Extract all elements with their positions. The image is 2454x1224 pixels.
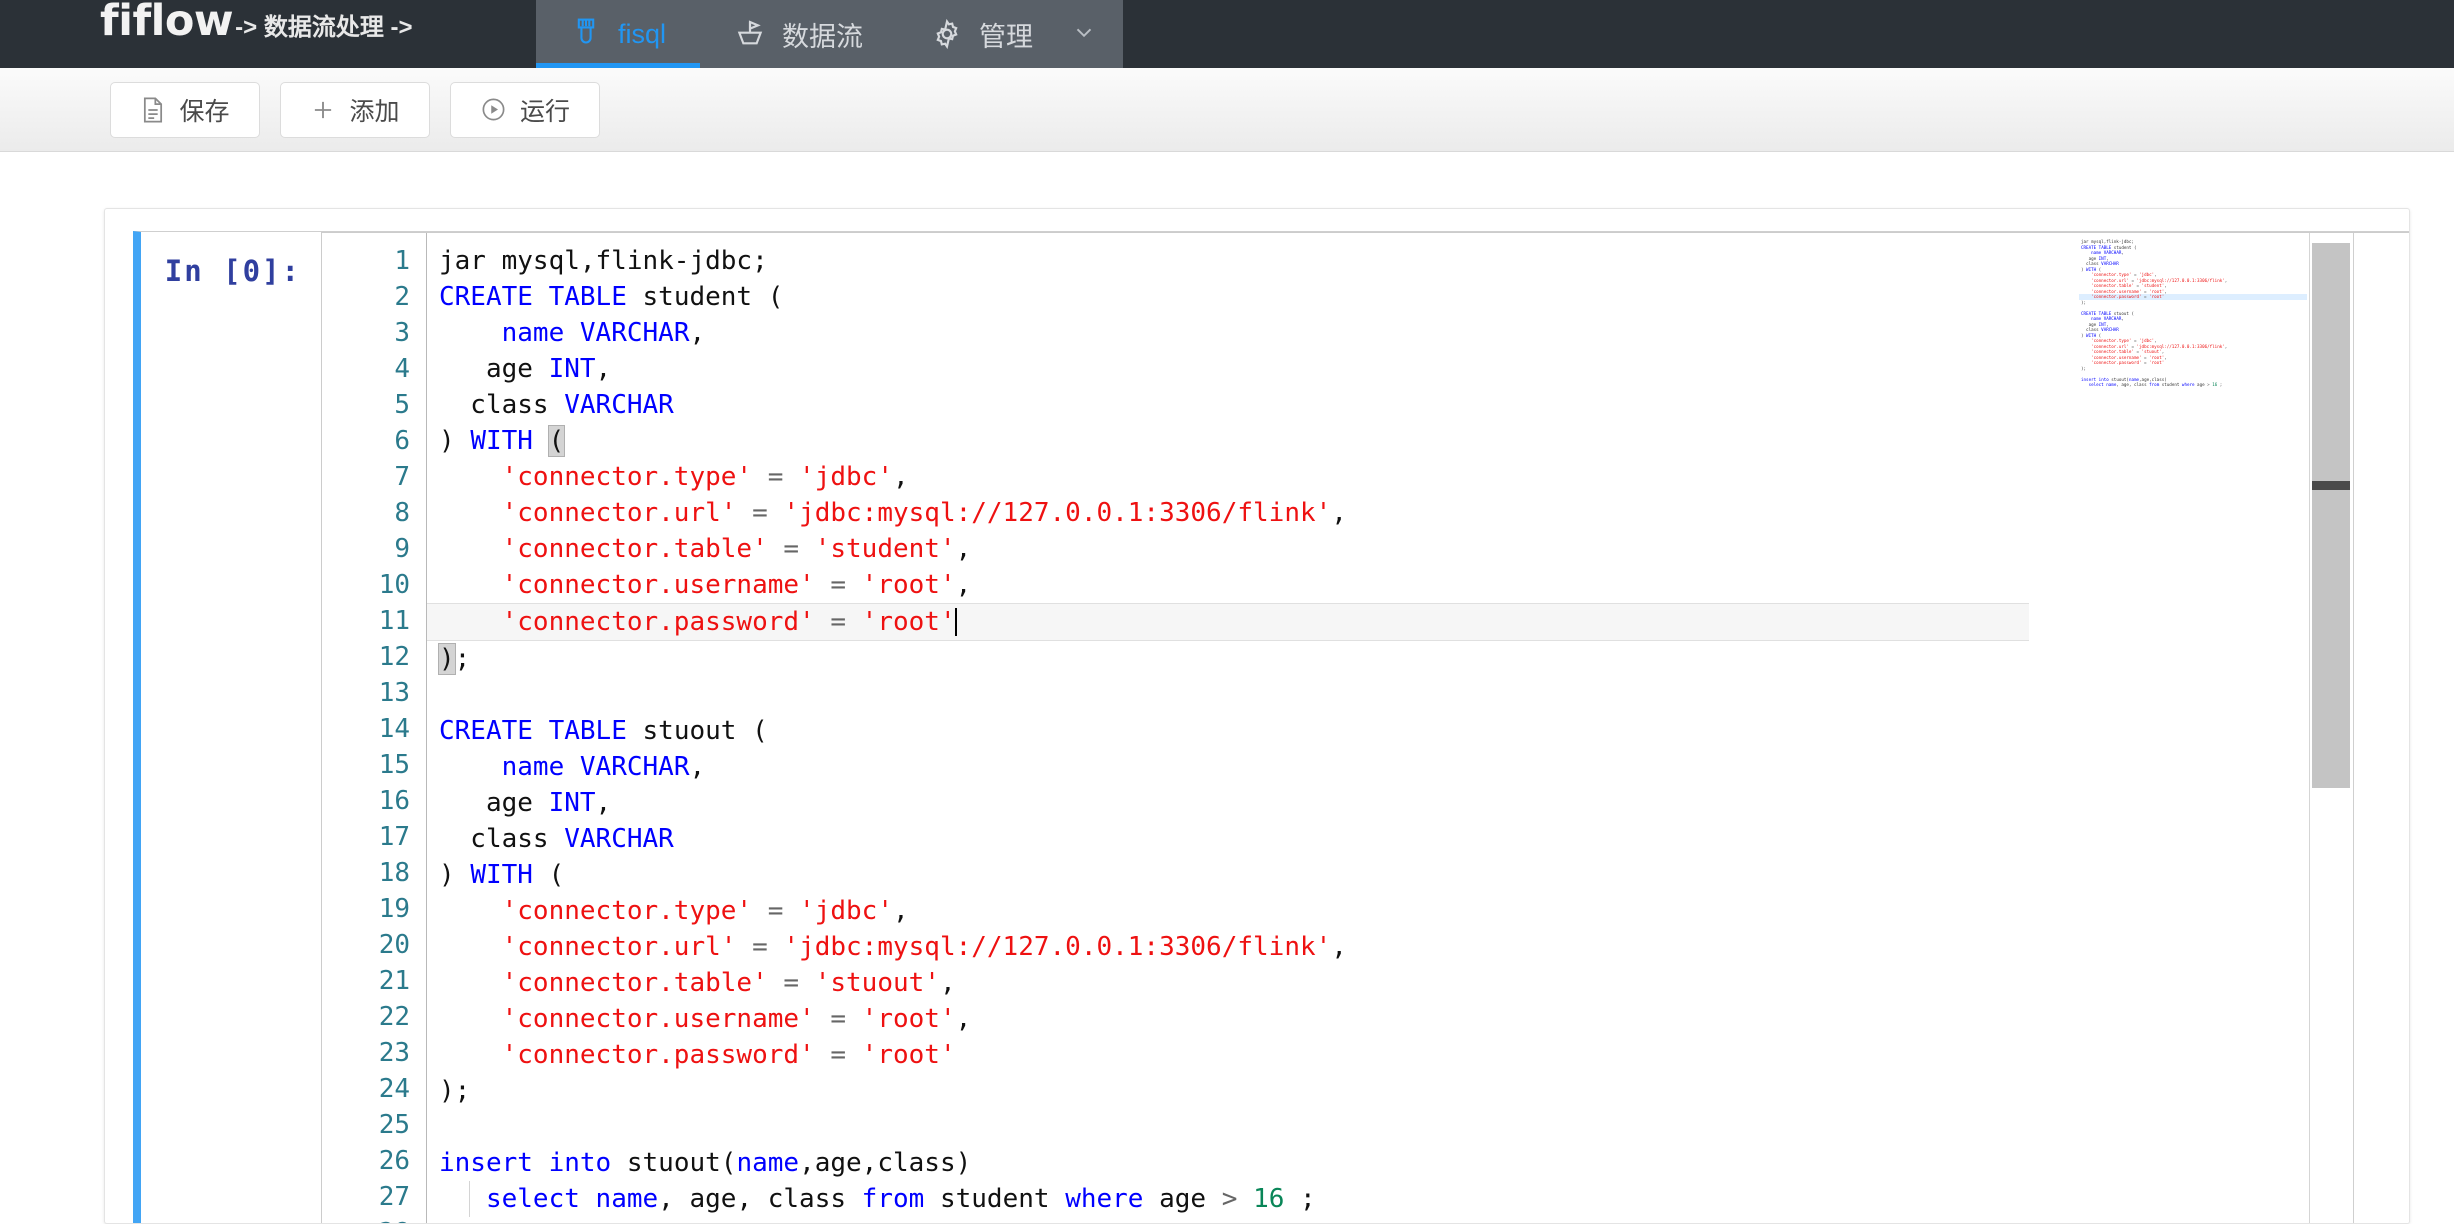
code-line[interactable]: CREATE TABLE stuout (: [427, 713, 2409, 749]
code-line[interactable]: [427, 1109, 2409, 1145]
line-number: 28: [322, 1215, 410, 1224]
code-line[interactable]: insert into stuout(name,age,class): [427, 1145, 2409, 1181]
code-line[interactable]: 'connector.password' = 'root': [427, 1037, 2409, 1073]
line-number: 24: [322, 1071, 410, 1107]
flask-icon: [570, 17, 602, 51]
line-number: 6: [322, 423, 410, 459]
line-number: 9: [322, 531, 410, 567]
line-number: 21: [322, 963, 410, 999]
editor-toolbar: 保存 添加 运行: [0, 68, 2454, 152]
code-line[interactable]: 'connector.type' = 'jdbc',: [427, 893, 2409, 929]
page-scrollbar[interactable]: [2353, 233, 2409, 1224]
line-number: 27: [322, 1179, 410, 1215]
line-number: 26: [322, 1143, 410, 1179]
tab-dataflow[interactable]: 数据流: [700, 0, 897, 68]
cell-prompt: In [0]:: [141, 232, 321, 1224]
line-number: 13: [322, 675, 410, 711]
line-number: 11: [322, 603, 410, 639]
line-number: 8: [322, 495, 410, 531]
code-line[interactable]: name VARCHAR,: [427, 749, 2409, 785]
document-icon: [140, 96, 166, 124]
nav-dropdown-toggle[interactable]: [1067, 0, 1123, 68]
top-navbar: fiflow -> 数据流处理 -> fisql 数据流: [0, 0, 2454, 68]
line-number-gutter: 1234567891011121314151617181920212223242…: [322, 233, 427, 1224]
gear-icon: [931, 18, 963, 50]
editor-scrollbar-marker: [2312, 481, 2350, 490]
code-line[interactable]: 'connector.url' = 'jdbc:mysql://127.0.0.…: [427, 495, 2409, 531]
line-number: 17: [322, 819, 410, 855]
line-number: 4: [322, 351, 410, 387]
tab-manage-label: 管理: [979, 15, 1033, 54]
funnel-icon: [734, 18, 766, 50]
code-line[interactable]: 'connector.table' = 'stuout',: [427, 965, 2409, 1001]
save-button-label: 保存: [179, 92, 229, 128]
workspace: In [0]: 12345678910111213141516171819202…: [0, 152, 2454, 1224]
line-number: 5: [322, 387, 410, 423]
brand-logo[interactable]: fiflow -> 数据流处理 ->: [0, 0, 536, 68]
code-line[interactable]: 'connector.url' = 'jdbc:mysql://127.0.0.…: [427, 929, 2409, 965]
code-line[interactable]: jar mysql,flink-jdbc;: [427, 243, 2409, 279]
add-button-label: 添加: [349, 92, 399, 128]
code-line[interactable]: [427, 677, 2409, 713]
line-number: 25: [322, 1107, 410, 1143]
play-circle-icon: [480, 96, 507, 123]
brand-name: fiflow: [100, 0, 233, 43]
run-button-label: 运行: [520, 92, 570, 128]
tab-manage[interactable]: 管理: [897, 0, 1067, 68]
chevron-down-icon: [1071, 19, 1097, 50]
line-number: 1: [322, 243, 410, 279]
tab-dataflow-label: 数据流: [782, 15, 863, 54]
editor-scrollbar-thumb[interactable]: [2312, 243, 2350, 788]
line-number: 16: [322, 783, 410, 819]
line-number: 23: [322, 1035, 410, 1071]
tab-fisql[interactable]: fisql: [536, 0, 700, 68]
line-number: 22: [322, 999, 410, 1035]
editor-scrollbar[interactable]: [2309, 233, 2351, 1224]
line-number: 10: [322, 567, 410, 603]
code-line[interactable]: CREATE TABLE student (: [427, 279, 2409, 315]
line-number: 3: [322, 315, 410, 351]
code-area[interactable]: jar mysql,flink-jdbc;CREATE TABLE studen…: [427, 233, 2409, 1224]
code-line[interactable]: 'connector.username' = 'root',: [427, 1001, 2409, 1037]
code-line[interactable]: ) WITH (: [427, 423, 2409, 459]
notebook-panel: In [0]: 12345678910111213141516171819202…: [104, 208, 2410, 1224]
line-number: 20: [322, 927, 410, 963]
line-number: 18: [322, 855, 410, 891]
code-line[interactable]: age INT,: [427, 351, 2409, 387]
code-line[interactable]: ) WITH (: [427, 857, 2409, 893]
code-line[interactable]: [427, 1217, 2409, 1224]
code-editor[interactable]: 1234567891011121314151617181920212223242…: [321, 232, 2409, 1224]
code-line[interactable]: class VARCHAR: [427, 821, 2409, 857]
code-line[interactable]: );: [427, 1073, 2409, 1109]
code-line[interactable]: 'connector.username' = 'root',: [427, 567, 2409, 603]
code-line[interactable]: select name, age, class from student whe…: [427, 1181, 2409, 1217]
tab-fisql-label: fisql: [618, 19, 666, 50]
line-number: 19: [322, 891, 410, 927]
code-line[interactable]: 'connector.type' = 'jdbc',: [427, 459, 2409, 495]
nav-tabs: fisql 数据流 管理: [536, 0, 1123, 68]
code-line[interactable]: age INT,: [427, 785, 2409, 821]
add-button[interactable]: 添加: [280, 82, 430, 138]
code-line[interactable]: name VARCHAR,: [427, 315, 2409, 351]
code-line[interactable]: );: [427, 641, 2409, 677]
code-line[interactable]: 'connector.table' = 'student',: [427, 531, 2409, 567]
line-number: 15: [322, 747, 410, 783]
line-number: 2: [322, 279, 410, 315]
save-button[interactable]: 保存: [110, 82, 260, 138]
line-number: 7: [322, 459, 410, 495]
run-button[interactable]: 运行: [450, 82, 600, 138]
plus-icon: [310, 97, 336, 123]
code-line[interactable]: 'connector.password' = 'root': [427, 603, 2029, 641]
line-number: 12: [322, 639, 410, 675]
brand-subtitle: -> 数据流处理 ->: [235, 16, 412, 40]
line-number: 14: [322, 711, 410, 747]
code-line[interactable]: class VARCHAR: [427, 387, 2409, 423]
notebook-cell[interactable]: In [0]: 12345678910111213141516171819202…: [133, 231, 2409, 1224]
